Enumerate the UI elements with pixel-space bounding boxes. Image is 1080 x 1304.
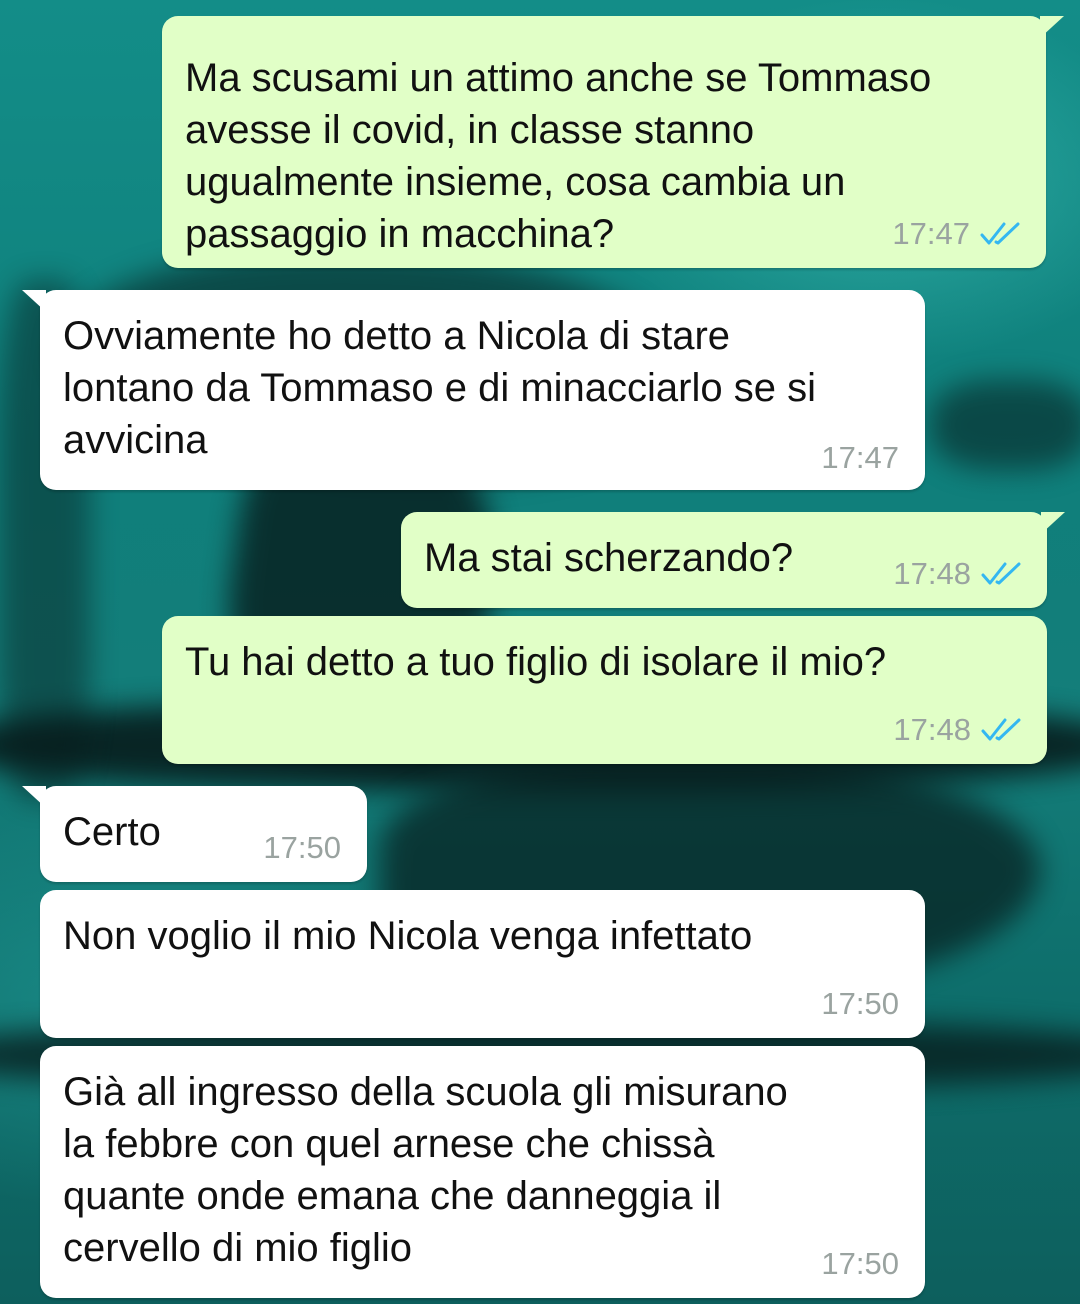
message-meta: 17:50 — [821, 1246, 899, 1282]
double-check-read-icon — [980, 222, 1020, 245]
message-text-line: Non voglio il mio Nicola venga infettato — [63, 914, 753, 958]
outgoing-message-bubble[interactable]: Ma stai scherzando? 17:48 — [401, 512, 1065, 608]
outgoing-message-bubble[interactable]: Tu hai detto a tuo figlio di isolare il … — [162, 616, 1047, 764]
bubble-tail — [1040, 16, 1064, 38]
message-text-line: Certo — [63, 810, 161, 854]
message-text-line: lontano da Tommaso e di minacciarlo se s… — [63, 366, 816, 410]
message-meta: 17:47 — [821, 440, 899, 476]
message-text-line: ugualmente insieme, cosa cambia un — [185, 160, 846, 204]
message-text-line: la febbre con quel arnese che chissà — [63, 1122, 715, 1166]
incoming-message-bubble[interactable]: Già all ingresso della scuola gli misura… — [40, 1046, 925, 1298]
message-meta: 17:48 — [893, 712, 1025, 748]
message-meta: 17:50 — [263, 830, 341, 866]
message-time: 17:50 — [263, 830, 341, 865]
message-time: 17:50 — [821, 986, 899, 1021]
message-time: 17:50 — [821, 1246, 899, 1281]
message-text-line: Ma stai scherzando? — [424, 536, 794, 580]
message-time: 17:48 — [893, 712, 971, 747]
incoming-message-bubble[interactable]: Non voglio il mio Nicola venga infettato… — [40, 890, 925, 1038]
message-time: 17:47 — [821, 440, 899, 475]
message-text-line: avvicina — [63, 418, 208, 462]
bubble-tail — [22, 786, 46, 808]
message-meta: 17:48 — [893, 556, 1025, 592]
double-check-read-icon — [981, 718, 1021, 741]
message-time: 17:48 — [893, 556, 971, 591]
outgoing-message-bubble[interactable]: Ma scusami un attimo anche se Tommaso av… — [162, 16, 1064, 268]
message-text-line: avesse il covid, in classe stanno — [185, 108, 755, 152]
message-text-line: Tu hai detto a tuo figlio di isolare il … — [185, 640, 887, 684]
message-text-line: Ovviamente ho detto a Nicola di stare — [63, 314, 731, 358]
bubble-tail — [22, 290, 46, 312]
chat-message-list[interactable]: Ma scusami un attimo anche se Tommaso av… — [0, 0, 1080, 1304]
message-text-line: cervello di mio figlio — [63, 1226, 413, 1270]
incoming-message-bubble[interactable]: Ovviamente ho detto a Nicola di stare lo… — [22, 290, 925, 490]
message-time: 17:47 — [892, 216, 970, 251]
message-text-line: Già all ingresso della scuola gli misura… — [63, 1070, 788, 1114]
incoming-message-bubble[interactable]: Certo 17:50 — [22, 786, 367, 882]
bubble-tail — [1041, 512, 1065, 534]
message-text-line: quante onde emana che danneggia il — [63, 1174, 722, 1218]
message-meta: 17:50 — [821, 986, 899, 1022]
message-text-line: Ma scusami un attimo anche se Tommaso — [185, 56, 932, 100]
message-meta: 17:47 — [892, 216, 1024, 252]
message-text-line: passaggio in macchina? — [185, 212, 615, 256]
double-check-read-icon — [981, 562, 1021, 585]
